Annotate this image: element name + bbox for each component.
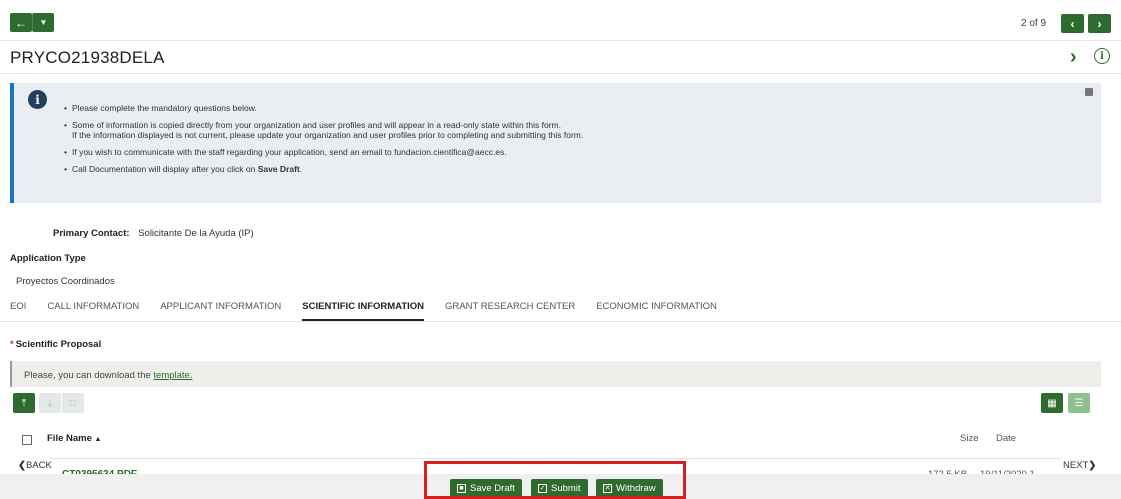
application-type-value: Proyectos Coordinados — [16, 276, 115, 287]
scientific-proposal-label: * Scientific Proposal — [10, 339, 102, 350]
instructions-alert: i Please complete the mandatory question… — [10, 83, 1101, 203]
grid-view-button[interactable]: ▦ — [1041, 393, 1063, 413]
tab-applicant-information[interactable]: APPLICANT INFORMATION — [160, 301, 281, 321]
upload-button[interactable]: ⤒ — [13, 393, 35, 413]
form-tabs: EOI CALL INFORMATION APPLICANT INFORMATI… — [10, 301, 738, 321]
instruction-item: Some of information is copied directly f… — [64, 120, 583, 140]
instruction-item: Please complete the mandatory questions … — [64, 103, 583, 113]
chevron-left-icon: ❮ — [18, 460, 26, 471]
primary-contact-label: Primary Contact: — [53, 228, 130, 239]
instruction-item: If you wish to communicate with the staf… — [64, 147, 583, 157]
chevron-right-icon: ❯ — [1088, 460, 1097, 471]
header-divider — [0, 40, 1121, 41]
template-note: Please, you can download the template. — [10, 361, 1101, 387]
instructions-list: Please complete the mandatory questions … — [64, 103, 583, 181]
download-icon: ⤓ — [47, 397, 53, 409]
column-file-name[interactable]: File Name ▲ — [47, 433, 101, 444]
title-divider — [0, 73, 1121, 74]
delete-button[interactable]: □ — [62, 393, 84, 413]
save-draft-emphasis: Save Draft — [257, 164, 300, 174]
chevron-right-icon: › — [1097, 16, 1102, 31]
tabs-divider — [0, 321, 1121, 322]
previous-record-button[interactable]: ‹ — [1061, 14, 1084, 33]
primary-contact: Primary Contact: Solicitante De la Ayuda… — [53, 228, 254, 239]
next-record-button[interactable]: › — [1088, 14, 1111, 33]
tab-call-information[interactable]: CALL INFORMATION — [47, 301, 139, 321]
back-link[interactable]: ❮BACK — [18, 460, 52, 471]
info-icon: i — [28, 90, 47, 109]
info-circle-icon[interactable]: i — [1094, 48, 1110, 64]
back-navigation-group: ← ▼ — [10, 13, 55, 32]
required-marker: * — [10, 339, 14, 350]
grid-view-icon: ▦ — [1047, 397, 1057, 409]
chevron-right-icon[interactable]: › — [1070, 46, 1077, 69]
chevron-left-icon: ‹ — [1070, 16, 1075, 31]
file-table-header: File Name ▲ Size Date — [22, 433, 1102, 451]
back-arrow-icon[interactable]: ← — [10, 13, 32, 32]
primary-contact-value: Solicitante De la Ayuda (IP) — [138, 228, 254, 239]
trash-icon: □ — [69, 397, 77, 409]
tab-eoi[interactable]: EOI — [10, 301, 26, 321]
sort-ascending-icon: ▲ — [94, 436, 102, 443]
pager-counter: 2 of 9 — [1021, 18, 1047, 29]
select-all-checkbox[interactable] — [22, 435, 32, 445]
upload-icon: ⤒ — [21, 397, 27, 409]
caret-down-icon[interactable]: ▼ — [32, 13, 54, 32]
column-size[interactable]: Size — [960, 433, 978, 444]
tab-scientific-information[interactable]: SCIENTIFIC INFORMATION — [302, 301, 425, 321]
top-navigation-bar: ← ▼ 2 of 9 ‹ › — [0, 0, 1121, 40]
list-view-button[interactable]: ☰ — [1068, 393, 1090, 413]
next-link[interactable]: NEXT❯ — [1063, 460, 1096, 471]
tab-grant-research-center[interactable]: GRANT RESEARCH CENTER — [445, 301, 575, 321]
template-link[interactable]: template. — [153, 370, 192, 381]
download-button[interactable]: ⤓ — [39, 393, 61, 413]
highlight-box — [424, 461, 686, 499]
row-divider — [50, 458, 1060, 459]
collapse-alert-icon[interactable] — [1085, 88, 1093, 96]
list-view-icon: ☰ — [1074, 397, 1084, 409]
application-type-label: Application Type — [10, 253, 86, 264]
column-date[interactable]: Date — [996, 433, 1016, 444]
tab-economic-information[interactable]: ECONOMIC INFORMATION — [596, 301, 717, 321]
page-title: PRYCO21938DELA — [10, 48, 165, 67]
instruction-item: Call Documentation will display after yo… — [64, 164, 583, 174]
